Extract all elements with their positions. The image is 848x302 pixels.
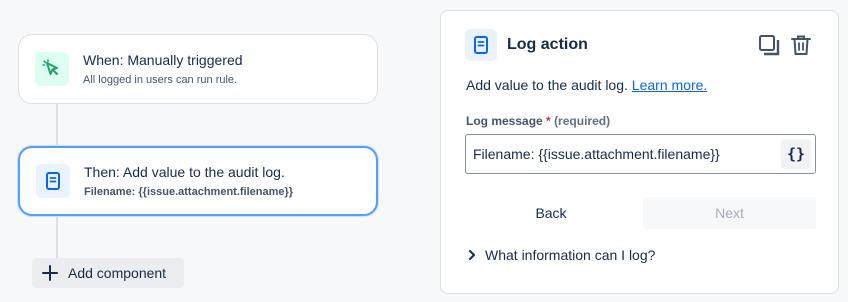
add-component-label: Add component — [68, 265, 167, 281]
action-card[interactable]: Then: Add value to the audit log. Filena… — [18, 146, 378, 216]
add-component-button[interactable]: Add component — [32, 258, 184, 288]
document-icon — [465, 29, 497, 61]
required-mark: * — [546, 114, 551, 128]
duplicate-icon — [759, 35, 780, 56]
trigger-subtitle: All logged in users can run rule. — [83, 74, 238, 86]
log-message-value[interactable]: Filename: {{issue.attachment.filename}} — [473, 146, 781, 162]
delete-button[interactable] — [788, 32, 814, 58]
field-label-text: Log message — [466, 114, 543, 128]
action-subtitle: Filename: {{issue.attachment.filename}} — [84, 186, 294, 198]
panel-description: Add value to the audit log. Learn more. — [466, 77, 707, 93]
smart-values-button[interactable]: {} — [781, 139, 811, 169]
document-icon — [36, 164, 70, 198]
log-message-input[interactable]: Filename: {{issue.attachment.filename}} … — [465, 134, 816, 174]
log-info-expander[interactable]: What information can I log? — [467, 245, 655, 265]
trash-icon — [791, 35, 811, 55]
required-text: (required) — [554, 114, 611, 128]
trigger-card[interactable]: When: Manually triggered All logged in u… — [18, 34, 378, 104]
flow-connector — [56, 216, 58, 260]
description-text: Add value to the audit log. — [466, 77, 628, 93]
expander-label: What information can I log? — [485, 247, 656, 263]
action-config-panel: Log action Add value to the audit log. L… — [440, 10, 839, 294]
learn-more-link[interactable]: Learn more. — [632, 77, 707, 93]
cursor-click-icon — [35, 52, 69, 86]
chevron-right-icon — [469, 250, 475, 260]
panel-title: Log action — [507, 36, 588, 53]
back-button[interactable]: Back — [465, 197, 637, 229]
panel-header: Log action — [465, 29, 814, 61]
flow-connector — [56, 104, 58, 148]
plus-icon — [42, 265, 58, 281]
next-button[interactable]: Next — [643, 197, 816, 229]
action-title: Then: Add value to the audit log. — [84, 164, 285, 180]
duplicate-button[interactable] — [756, 32, 782, 58]
log-message-label: Log message * (required) — [466, 114, 610, 128]
trigger-title: When: Manually triggered — [83, 52, 243, 68]
